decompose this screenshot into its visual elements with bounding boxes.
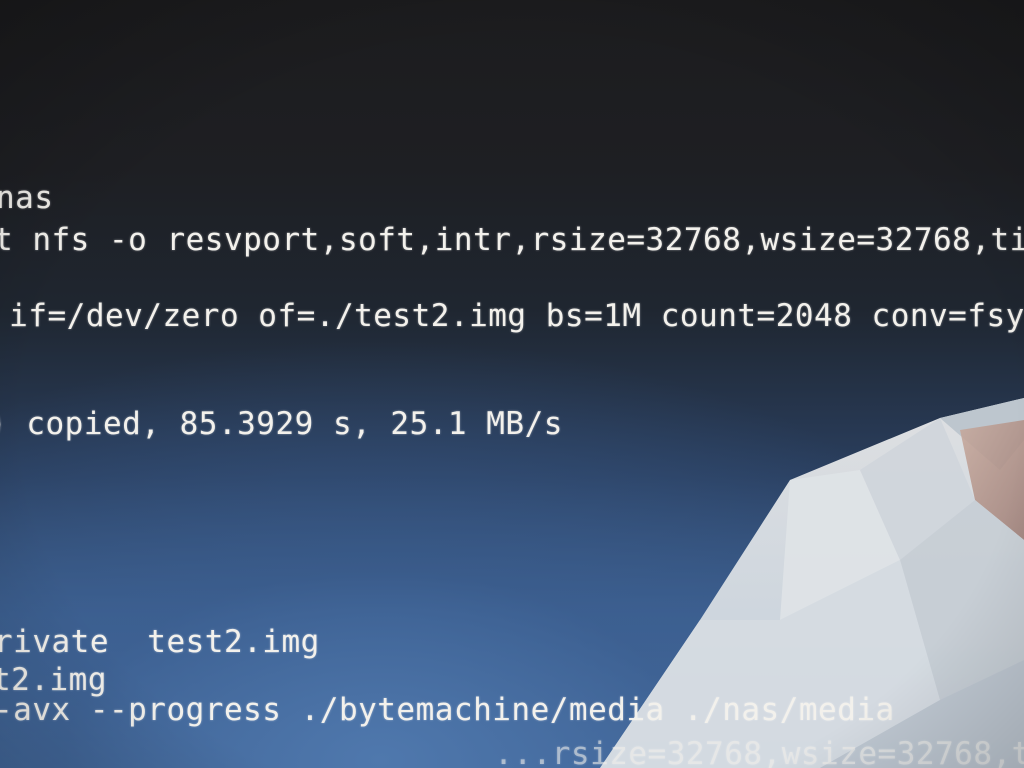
terminal-screen: nas t nfs -o resvport,soft,intr,rsize=32… — [0, 0, 1024, 768]
terminal-line-5: rivate test2.img — [0, 624, 320, 660]
terminal-line-7: -avx --progress ./bytemachine/media ./na… — [0, 692, 895, 728]
terminal-line-3: if=/dev/zero of=./test2.img bs=1M count=… — [0, 298, 1024, 334]
terminal-line-2: t nfs -o resvport,soft,intr,rsize=32768,… — [0, 222, 1024, 258]
terminal-line-1: nas — [0, 180, 54, 216]
terminal-line-8: ...rsize=32768,wsize=32768,t — [0, 736, 1024, 768]
terminal-line-4: ) copied, 85.3929 s, 25.1 MB/s — [0, 406, 563, 442]
